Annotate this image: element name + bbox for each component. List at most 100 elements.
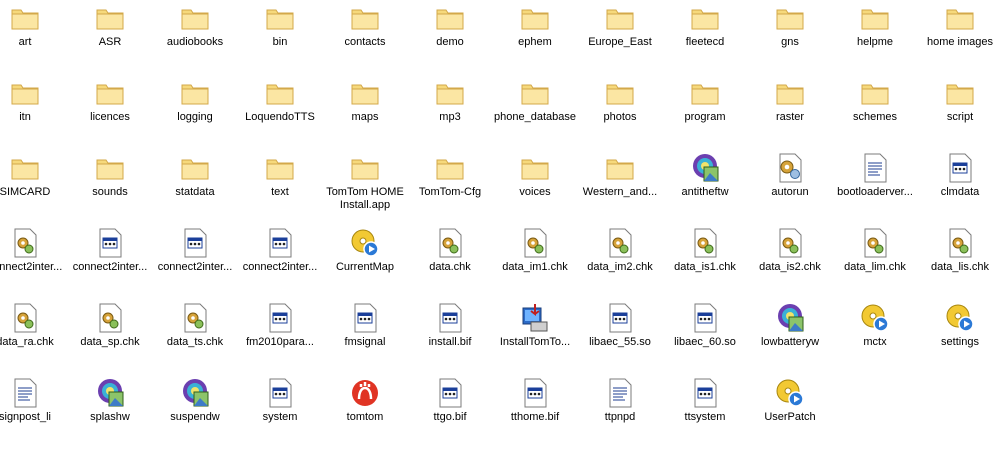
desktop-item[interactable]: antitheftw: [663, 152, 747, 224]
desktop-item[interactable]: data_lis.chk: [918, 227, 1002, 299]
desktop-item[interactable]: schemes: [833, 77, 917, 149]
desktop-item[interactable]: connect2inter...: [238, 227, 322, 299]
desktop-item[interactable]: clmdata: [918, 152, 1002, 224]
desktop-item[interactable]: settings: [918, 302, 1002, 374]
desktop-item[interactable]: ephem: [493, 2, 577, 74]
item-label: art: [18, 36, 32, 48]
desktop-item[interactable]: UserPatch: [748, 377, 832, 449]
folder-icon: [689, 2, 721, 34]
item-label: ASR: [98, 36, 122, 48]
desktop-item[interactable]: licences: [68, 77, 152, 149]
desktop-item[interactable]: audiobooks: [153, 2, 237, 74]
desktop-item[interactable]: bin: [238, 2, 322, 74]
folder-icon: [689, 77, 721, 109]
desktop-item[interactable]: suspendw: [153, 377, 237, 449]
desktop-item[interactable]: data_ra.chk: [0, 302, 67, 374]
item-label: text: [271, 186, 289, 198]
desktop-item[interactable]: photos: [578, 77, 662, 149]
desktop-item[interactable]: raster: [748, 77, 832, 149]
desktop-item[interactable]: CurrentMap: [323, 227, 407, 299]
desktop-item[interactable]: system: [238, 377, 322, 449]
desktop-item[interactable]: connect2inter...: [0, 227, 67, 299]
desktop-item[interactable]: splashw: [68, 377, 152, 449]
desktop-item[interactable]: itn: [0, 77, 67, 149]
tomtom-hand-icon: [349, 377, 381, 409]
desktop-item[interactable]: contacts: [323, 2, 407, 74]
item-label: system: [262, 411, 298, 423]
desktop-item[interactable]: data.chk: [408, 227, 492, 299]
folder-icon: [264, 77, 296, 109]
desktop-item[interactable]: ttsystem: [663, 377, 747, 449]
desktop-item[interactable]: lowbatteryw: [748, 302, 832, 374]
desktop-item[interactable]: fm2010para...: [238, 302, 322, 374]
item-label: libaec_55.so: [589, 336, 651, 348]
item-label: ephem: [518, 36, 552, 48]
item-label: mp3: [439, 111, 461, 123]
desktop-item[interactable]: ASR: [68, 2, 152, 74]
item-label: mctx: [863, 336, 887, 348]
system-gear-file-icon: [604, 227, 636, 259]
desktop-item[interactable]: program: [663, 77, 747, 149]
desktop-item[interactable]: ttgo.bif: [408, 377, 492, 449]
desktop-item[interactable]: text: [238, 152, 322, 224]
desktop-item[interactable]: connect2inter...: [68, 227, 152, 299]
folder-icon: [9, 152, 41, 184]
desktop-item[interactable]: statdata: [153, 152, 237, 224]
desktop-item[interactable]: SIMCARD: [0, 152, 67, 224]
folder-icon: [774, 2, 806, 34]
desktop-item[interactable]: mctx: [833, 302, 917, 374]
desktop-item[interactable]: autorun: [748, 152, 832, 224]
desktop-item[interactable]: Western_and...: [578, 152, 662, 224]
desktop-item[interactable]: InstallTomTo...: [493, 302, 577, 374]
desktop-item[interactable]: voices: [493, 152, 577, 224]
desktop-item[interactable]: data_is1.chk: [663, 227, 747, 299]
desktop-item[interactable]: tomtom: [323, 377, 407, 449]
desktop-item[interactable]: helpme: [833, 2, 917, 74]
desktop-item[interactable]: TomTom-Cfg: [408, 152, 492, 224]
desktop-item[interactable]: demo: [408, 2, 492, 74]
item-label: fmsignal: [344, 336, 386, 348]
desktop-item[interactable]: install.bif: [408, 302, 492, 374]
desktop-item[interactable]: maps: [323, 77, 407, 149]
item-label: libaec_60.so: [674, 336, 736, 348]
desktop-item[interactable]: libaec_60.so: [663, 302, 747, 374]
desktop-item[interactable]: data_sp.chk: [68, 302, 152, 374]
item-label: connect2inter...: [72, 261, 148, 273]
desktop-item[interactable]: TomTom HOME Install.app: [323, 152, 407, 224]
desktop-item[interactable]: bootloaderver...: [833, 152, 917, 224]
desktop-item[interactable]: logging: [153, 77, 237, 149]
desktop-item[interactable]: tthome.bif: [493, 377, 577, 449]
desktop-item[interactable]: fleetecd: [663, 2, 747, 74]
folder-icon: [94, 77, 126, 109]
item-label: gns: [781, 36, 799, 48]
desktop-item[interactable]: data_im2.chk: [578, 227, 662, 299]
image-app-icon: [774, 302, 806, 334]
desktop-item[interactable]: data_lim.chk: [833, 227, 917, 299]
system-file-icon: [434, 302, 466, 334]
desktop-item[interactable]: script: [918, 77, 1002, 149]
desktop-item[interactable]: LoquendoTTS: [238, 77, 322, 149]
desktop-item[interactable]: sounds: [68, 152, 152, 224]
desktop-item[interactable]: gns: [748, 2, 832, 74]
system-file-icon: [94, 227, 126, 259]
desktop-item[interactable]: fmsignal: [323, 302, 407, 374]
desktop-item[interactable]: Europe_East: [578, 2, 662, 74]
system-file-icon: [689, 377, 721, 409]
desktop-item[interactable]: phone_database: [493, 77, 577, 149]
desktop-item[interactable]: art: [0, 2, 67, 74]
item-label: data_im2.chk: [587, 261, 653, 273]
desktop-item[interactable]: signpost_li: [0, 377, 67, 449]
desktop-item[interactable]: mp3: [408, 77, 492, 149]
folder-icon: [604, 2, 636, 34]
desktop-item[interactable]: data_ts.chk: [153, 302, 237, 374]
desktop-item[interactable]: home images: [918, 2, 1002, 74]
system-gear-file-icon: [94, 302, 126, 334]
desktop-item[interactable]: data_is2.chk: [748, 227, 832, 299]
item-label: SIMCARD: [0, 186, 51, 198]
desktop-item[interactable]: ttpnpd: [578, 377, 662, 449]
item-label: antitheftw: [681, 186, 729, 198]
desktop-item[interactable]: libaec_55.so: [578, 302, 662, 374]
desktop-item[interactable]: data_im1.chk: [493, 227, 577, 299]
item-label: licences: [90, 111, 130, 123]
desktop-item[interactable]: connect2inter...: [153, 227, 237, 299]
